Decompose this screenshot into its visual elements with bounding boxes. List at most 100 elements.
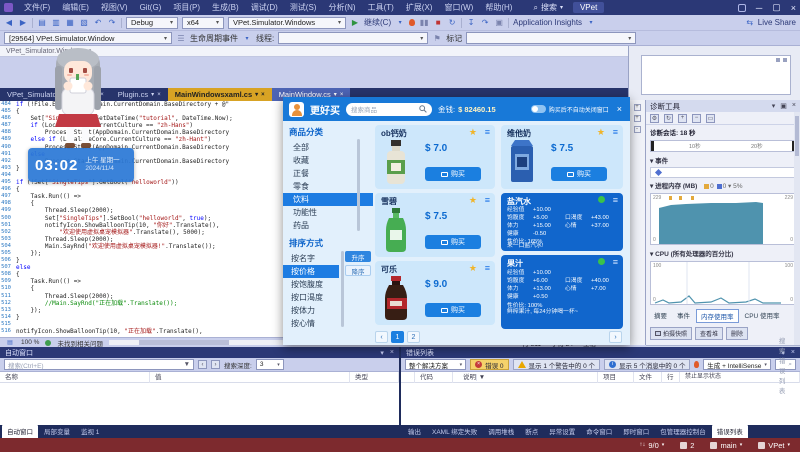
startup-project-dropdown[interactable]: VPet.Simulator.Windows▾ bbox=[228, 17, 346, 29]
continue-icon[interactable]: ▶ bbox=[350, 18, 360, 28]
item-detail-icon[interactable]: ≡ bbox=[485, 127, 490, 137]
menu-item[interactable]: 窗口(W) bbox=[439, 2, 478, 13]
category-scrollbar[interactable] bbox=[357, 139, 360, 231]
chevron-down-icon[interactable]: ▾ bbox=[772, 102, 776, 110]
diagnostics-icon[interactable]: ▣ bbox=[494, 18, 504, 28]
product-card[interactable]: ob钙奶 ★ ≡ $ 7.0 购买 bbox=[375, 125, 495, 189]
buy-button[interactable]: 购买 bbox=[551, 167, 607, 181]
close-icon[interactable]: × bbox=[390, 349, 394, 357]
page-next-button[interactable]: › bbox=[609, 331, 622, 343]
process-dropdown[interactable]: [29564] VPet.Simulator.Window▾ bbox=[4, 32, 172, 44]
sort-item[interactable]: 按饱腹度 bbox=[283, 278, 339, 291]
pin-icon[interactable]: ▣ bbox=[780, 102, 787, 110]
product-card-expanded[interactable]: 果汁 ≡ 经验值+10.00 饱腹度+6.00 体力+13.00 健康+0.50… bbox=[501, 255, 623, 329]
scope-dropdown[interactable]: 整个解决方案 ▾ bbox=[405, 359, 466, 370]
warnings-filter-button[interactable]: 显示 1 个警告中的 0 个 bbox=[513, 359, 600, 370]
column-header[interactable]: 值 bbox=[150, 372, 350, 383]
shop-close-button[interactable]: × bbox=[615, 104, 624, 114]
view-heap-button[interactable]: 查看堆 bbox=[695, 327, 723, 340]
messages-filter-button[interactable]: i显示 5 个消息中的 0 个 bbox=[604, 359, 690, 370]
chevron-down-icon[interactable]: ▾ bbox=[586, 18, 596, 28]
tool-window-tab[interactable]: 即时窗口 bbox=[618, 425, 654, 438]
error-list-titlebar[interactable]: 错误列表 ▾ × bbox=[401, 347, 800, 358]
panel-option-icon[interactable] bbox=[776, 58, 780, 62]
chevron-down-icon[interactable]: ▾ bbox=[242, 33, 252, 43]
item-detail-icon[interactable]: ≡ bbox=[485, 195, 490, 205]
zoom-in-icon[interactable]: + bbox=[678, 114, 687, 123]
reset-view-icon[interactable]: ▭ bbox=[706, 114, 715, 123]
error-search-input[interactable]: 搜索错误列表 ⌕ bbox=[775, 359, 796, 370]
menu-item[interactable]: 工具(T) bbox=[363, 2, 399, 13]
tool-window-tab[interactable]: XAML 绑定失败 bbox=[427, 425, 482, 438]
thread-dropdown[interactable]: ▾ bbox=[278, 32, 428, 44]
menu-item[interactable]: 生成(B) bbox=[207, 2, 244, 13]
sync-status[interactable]: ↑↓9/0▾ bbox=[639, 441, 664, 450]
page-button[interactable]: 2 bbox=[407, 331, 420, 343]
stop-icon[interactable]: ■ bbox=[433, 18, 443, 28]
threads-icon[interactable]: ☰ bbox=[176, 33, 186, 43]
minimize-button[interactable]: ─ bbox=[756, 3, 762, 13]
sort-scrollbar[interactable] bbox=[341, 251, 344, 327]
column-header[interactable]: 行 bbox=[662, 372, 680, 383]
collapse-plus-icon[interactable]: + bbox=[634, 104, 641, 111]
filter-icon[interactable]: ▼ bbox=[184, 361, 190, 368]
scrollbar-thumb[interactable] bbox=[139, 340, 229, 345]
menu-item[interactable]: Git(G) bbox=[135, 3, 167, 12]
column-header[interactable]: 代码 bbox=[415, 372, 453, 383]
settings-gear-icon[interactable]: ⚙ bbox=[650, 114, 659, 123]
memory-chart[interactable]: 229 0 229 0 bbox=[650, 193, 796, 245]
lifecycle-dropdown[interactable]: 生命周期事件 bbox=[190, 33, 238, 44]
maximize-button[interactable]: ▢ bbox=[772, 2, 781, 13]
close-icon[interactable]: × bbox=[791, 349, 795, 357]
tool-window-tab[interactable]: 命令窗口 bbox=[581, 425, 617, 438]
continue-label[interactable]: 继续(C) bbox=[364, 17, 391, 28]
restart-icon[interactable]: ↻ bbox=[447, 18, 457, 28]
health-dot-icon[interactable] bbox=[598, 258, 605, 265]
tool-window-tab[interactable]: 监视 1 bbox=[76, 425, 104, 438]
tool-window-tab[interactable]: 局部变量 bbox=[39, 425, 75, 438]
menu-item[interactable]: 帮助(H) bbox=[480, 2, 517, 13]
column-header[interactable]: 项目 bbox=[598, 372, 634, 383]
tool-window-tab[interactable]: 异常设置 bbox=[544, 425, 580, 438]
column-header[interactable]: 类型 bbox=[350, 372, 399, 383]
diagnostic-tools-titlebar[interactable]: 诊断工具 ▾ ▣ × bbox=[646, 100, 800, 112]
page-button[interactable]: 1 bbox=[391, 331, 404, 343]
product-card[interactable]: 雪碧 ★ ≡ $ 7.5 购买 bbox=[375, 193, 495, 257]
editor-tab[interactable]: Plugin.cs ▾ × bbox=[111, 88, 168, 101]
diagnostic-tab[interactable]: 摘要 bbox=[650, 309, 671, 323]
close-icon[interactable]: × bbox=[261, 92, 265, 98]
cpu-chart[interactable]: 100 0 100 0 bbox=[650, 261, 796, 305]
platform-dropdown[interactable]: x64▾ bbox=[182, 17, 224, 29]
hot-reload-icon[interactable] bbox=[694, 361, 699, 368]
delete-button[interactable]: 删除 bbox=[726, 327, 748, 340]
close-button[interactable]: × bbox=[791, 3, 796, 13]
sort-item[interactable]: 按名字 bbox=[283, 252, 339, 265]
app-insights-button[interactable]: Application Insights bbox=[513, 18, 582, 27]
item-detail-icon[interactable]: ≡ bbox=[485, 263, 490, 273]
sort-item[interactable]: 按心情 bbox=[283, 317, 339, 330]
build-filter-dropdown[interactable]: 生成 + IntelliSense ▾ bbox=[703, 359, 771, 370]
events-track[interactable] bbox=[650, 167, 796, 178]
next-result-icon[interactable]: › bbox=[211, 360, 220, 369]
menu-item[interactable]: 调试(D) bbox=[246, 2, 283, 13]
buy-button[interactable]: 购买 bbox=[425, 235, 481, 249]
buy-button[interactable]: 购买 bbox=[425, 167, 481, 181]
tool-window-tab[interactable]: 包管理器控制台 bbox=[655, 425, 711, 438]
sort-asc-button[interactable]: 升序 bbox=[345, 251, 371, 262]
diagnostic-tab[interactable]: CPU 使用率 bbox=[741, 309, 784, 323]
column-header[interactable]: 说明 ▼ bbox=[453, 372, 598, 383]
diagnostic-tab[interactable]: 内存使用率 bbox=[696, 309, 739, 323]
favorite-star-icon[interactable]: ★ bbox=[469, 263, 477, 274]
flag-icon[interactable]: ⚑ bbox=[432, 33, 442, 43]
repo-name[interactable]: VPet▾ bbox=[758, 441, 790, 450]
scrollbar-thumb[interactable] bbox=[795, 116, 799, 156]
new-file-icon[interactable]: ▤ bbox=[37, 18, 47, 28]
product-card-expanded[interactable]: 盐汽水 ≡ 经验值+10.00 饱腹度+5.00 体力+15.00 健康-0.5… bbox=[501, 193, 623, 251]
indent-guide-icon[interactable]: ▤ bbox=[5, 338, 15, 348]
refresh-icon[interactable]: ↻ bbox=[664, 114, 673, 123]
product-card[interactable]: 维他奶 ★ ≡ $ 7.5 购买 bbox=[501, 125, 623, 189]
step-over-icon[interactable]: ↷ bbox=[480, 18, 490, 28]
product-card[interactable]: 可乐 ★ ≡ $ 9.0 购买 bbox=[375, 261, 495, 325]
menu-item[interactable]: 项目(P) bbox=[168, 2, 205, 13]
errors-filter-button[interactable]: ×错误 0 bbox=[470, 359, 508, 370]
